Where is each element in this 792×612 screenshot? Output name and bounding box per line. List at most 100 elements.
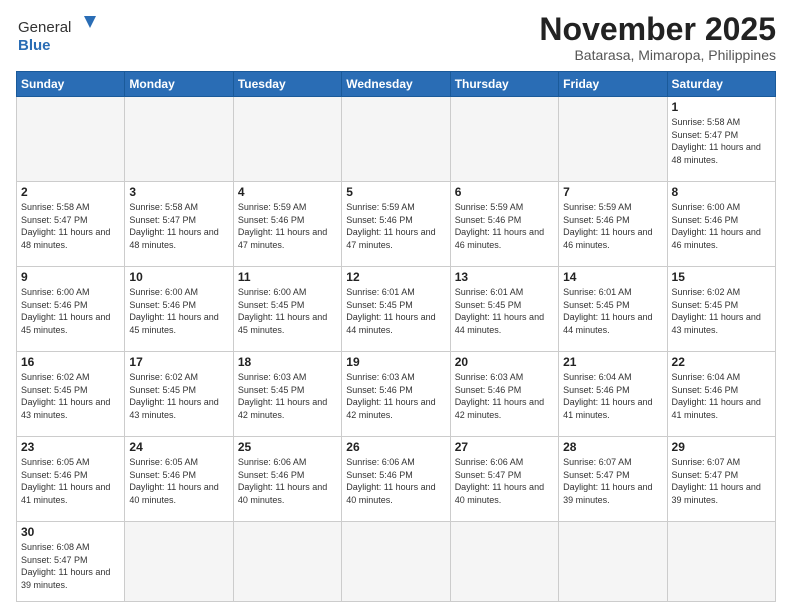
calendar-cell <box>559 97 667 182</box>
day-info: Sunrise: 6:03 AMSunset: 5:45 PMDaylight:… <box>238 371 337 421</box>
header-sunday: Sunday <box>17 72 125 97</box>
calendar-table: Sunday Monday Tuesday Wednesday Thursday… <box>16 71 776 602</box>
day-number: 26 <box>346 440 445 454</box>
day-info: Sunrise: 6:00 AMSunset: 5:45 PMDaylight:… <box>238 286 337 336</box>
day-number: 19 <box>346 355 445 369</box>
title-block: November 2025 Batarasa, Mimaropa, Philip… <box>539 12 776 63</box>
day-number: 15 <box>672 270 771 284</box>
calendar-cell <box>17 97 125 182</box>
header-thursday: Thursday <box>450 72 558 97</box>
day-info: Sunrise: 5:58 AMSunset: 5:47 PMDaylight:… <box>129 201 228 251</box>
day-number: 11 <box>238 270 337 284</box>
page: General Blue November 2025 Batarasa, Mim… <box>0 0 792 612</box>
day-number: 1 <box>672 100 771 114</box>
day-info: Sunrise: 6:07 AMSunset: 5:47 PMDaylight:… <box>563 456 662 506</box>
header-friday: Friday <box>559 72 667 97</box>
calendar-cell: 2 Sunrise: 5:58 AMSunset: 5:47 PMDayligh… <box>17 182 125 267</box>
day-number: 23 <box>21 440 120 454</box>
svg-text:General: General <box>18 19 71 36</box>
day-info: Sunrise: 6:05 AMSunset: 5:46 PMDaylight:… <box>21 456 120 506</box>
month-title: November 2025 <box>539 12 776 47</box>
calendar-cell <box>342 97 450 182</box>
day-number: 5 <box>346 185 445 199</box>
calendar-cell: 24 Sunrise: 6:05 AMSunset: 5:46 PMDaylig… <box>125 437 233 522</box>
day-info: Sunrise: 6:08 AMSunset: 5:47 PMDaylight:… <box>21 541 120 591</box>
day-info: Sunrise: 6:05 AMSunset: 5:46 PMDaylight:… <box>129 456 228 506</box>
day-info: Sunrise: 6:06 AMSunset: 5:46 PMDaylight:… <box>346 456 445 506</box>
day-number: 27 <box>455 440 554 454</box>
location-subtitle: Batarasa, Mimaropa, Philippines <box>539 47 776 63</box>
day-info: Sunrise: 6:04 AMSunset: 5:46 PMDaylight:… <box>672 371 771 421</box>
day-number: 16 <box>21 355 120 369</box>
day-info: Sunrise: 6:07 AMSunset: 5:47 PMDaylight:… <box>672 456 771 506</box>
day-number: 10 <box>129 270 228 284</box>
day-number: 9 <box>21 270 120 284</box>
calendar-cell: 22 Sunrise: 6:04 AMSunset: 5:46 PMDaylig… <box>667 352 775 437</box>
day-number: 25 <box>238 440 337 454</box>
calendar-cell: 3 Sunrise: 5:58 AMSunset: 5:47 PMDayligh… <box>125 182 233 267</box>
day-info: Sunrise: 6:01 AMSunset: 5:45 PMDaylight:… <box>455 286 554 336</box>
day-info: Sunrise: 6:04 AMSunset: 5:46 PMDaylight:… <box>563 371 662 421</box>
calendar-cell: 12 Sunrise: 6:01 AMSunset: 5:45 PMDaylig… <box>342 267 450 352</box>
day-number: 13 <box>455 270 554 284</box>
day-info: Sunrise: 5:59 AMSunset: 5:46 PMDaylight:… <box>563 201 662 251</box>
calendar-cell: 10 Sunrise: 6:00 AMSunset: 5:46 PMDaylig… <box>125 267 233 352</box>
calendar-cell: 7 Sunrise: 5:59 AMSunset: 5:46 PMDayligh… <box>559 182 667 267</box>
day-number: 8 <box>672 185 771 199</box>
calendar-cell: 21 Sunrise: 6:04 AMSunset: 5:46 PMDaylig… <box>559 352 667 437</box>
logo: General Blue <box>16 12 96 57</box>
header-wednesday: Wednesday <box>342 72 450 97</box>
calendar-cell: 6 Sunrise: 5:59 AMSunset: 5:46 PMDayligh… <box>450 182 558 267</box>
day-number: 17 <box>129 355 228 369</box>
day-number: 4 <box>238 185 337 199</box>
day-number: 20 <box>455 355 554 369</box>
day-number: 18 <box>238 355 337 369</box>
day-number: 29 <box>672 440 771 454</box>
calendar-cell: 5 Sunrise: 5:59 AMSunset: 5:46 PMDayligh… <box>342 182 450 267</box>
day-info: Sunrise: 6:00 AMSunset: 5:46 PMDaylight:… <box>21 286 120 336</box>
day-number: 3 <box>129 185 228 199</box>
day-info: Sunrise: 6:03 AMSunset: 5:46 PMDaylight:… <box>455 371 554 421</box>
day-info: Sunrise: 5:59 AMSunset: 5:46 PMDaylight:… <box>455 201 554 251</box>
calendar-cell: 26 Sunrise: 6:06 AMSunset: 5:46 PMDaylig… <box>342 437 450 522</box>
day-number: 2 <box>21 185 120 199</box>
day-number: 7 <box>563 185 662 199</box>
day-info: Sunrise: 6:01 AMSunset: 5:45 PMDaylight:… <box>346 286 445 336</box>
day-number: 22 <box>672 355 771 369</box>
svg-text:Blue: Blue <box>18 37 51 54</box>
calendar-cell: 13 Sunrise: 6:01 AMSunset: 5:45 PMDaylig… <box>450 267 558 352</box>
calendar-cell: 17 Sunrise: 6:02 AMSunset: 5:45 PMDaylig… <box>125 352 233 437</box>
day-number: 24 <box>129 440 228 454</box>
calendar-cell <box>559 522 667 602</box>
calendar-cell: 9 Sunrise: 6:00 AMSunset: 5:46 PMDayligh… <box>17 267 125 352</box>
day-info: Sunrise: 5:58 AMSunset: 5:47 PMDaylight:… <box>672 116 771 166</box>
day-info: Sunrise: 6:02 AMSunset: 5:45 PMDaylight:… <box>672 286 771 336</box>
calendar-cell: 30 Sunrise: 6:08 AMSunset: 5:47 PMDaylig… <box>17 522 125 602</box>
calendar-cell: 1 Sunrise: 5:58 AMSunset: 5:47 PMDayligh… <box>667 97 775 182</box>
day-info: Sunrise: 6:02 AMSunset: 5:45 PMDaylight:… <box>129 371 228 421</box>
header-tuesday: Tuesday <box>233 72 341 97</box>
day-number: 30 <box>21 525 120 539</box>
day-number: 6 <box>455 185 554 199</box>
header-monday: Monday <box>125 72 233 97</box>
calendar-cell: 25 Sunrise: 6:06 AMSunset: 5:46 PMDaylig… <box>233 437 341 522</box>
header-saturday: Saturday <box>667 72 775 97</box>
calendar-cell: 27 Sunrise: 6:06 AMSunset: 5:47 PMDaylig… <box>450 437 558 522</box>
calendar-cell: 20 Sunrise: 6:03 AMSunset: 5:46 PMDaylig… <box>450 352 558 437</box>
calendar-cell: 19 Sunrise: 6:03 AMSunset: 5:46 PMDaylig… <box>342 352 450 437</box>
calendar-cell <box>125 97 233 182</box>
calendar-cell <box>450 522 558 602</box>
day-info: Sunrise: 6:00 AMSunset: 5:46 PMDaylight:… <box>672 201 771 251</box>
day-info: Sunrise: 6:03 AMSunset: 5:46 PMDaylight:… <box>346 371 445 421</box>
day-info: Sunrise: 6:00 AMSunset: 5:46 PMDaylight:… <box>129 286 228 336</box>
day-info: Sunrise: 6:06 AMSunset: 5:46 PMDaylight:… <box>238 456 337 506</box>
calendar-cell <box>233 522 341 602</box>
day-info: Sunrise: 6:02 AMSunset: 5:45 PMDaylight:… <box>21 371 120 421</box>
calendar-cell <box>125 522 233 602</box>
day-info: Sunrise: 5:59 AMSunset: 5:46 PMDaylight:… <box>238 201 337 251</box>
calendar-cell: 14 Sunrise: 6:01 AMSunset: 5:45 PMDaylig… <box>559 267 667 352</box>
calendar-cell: 8 Sunrise: 6:00 AMSunset: 5:46 PMDayligh… <box>667 182 775 267</box>
generalblue-logo-icon: General Blue <box>16 12 96 57</box>
day-info: Sunrise: 6:06 AMSunset: 5:47 PMDaylight:… <box>455 456 554 506</box>
calendar-cell <box>667 522 775 602</box>
